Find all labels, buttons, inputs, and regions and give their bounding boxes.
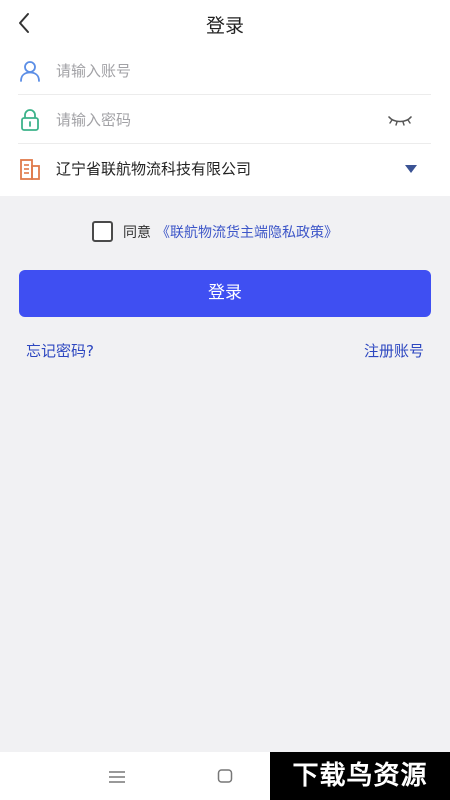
menu-icon[interactable] bbox=[108, 770, 126, 784]
watermark-banner: 下载鸟资源 bbox=[270, 752, 450, 800]
login-form-panel: 登录 请输入账号 辽宁省联航物流科技有限公司 bbox=[0, 0, 450, 196]
agreement-prefix: 同意 bbox=[123, 225, 151, 241]
company-select-value: 辽宁省联航物流科技有限公司 bbox=[56, 160, 252, 178]
building-icon bbox=[20, 159, 40, 180]
password-visibility-toggle[interactable] bbox=[387, 109, 413, 131]
register-account-link[interactable]: 注册账号 bbox=[364, 340, 424, 361]
caret-down-icon[interactable] bbox=[404, 163, 418, 175]
agreement-checkbox[interactable] bbox=[92, 221, 113, 242]
password-input[interactable] bbox=[56, 105, 386, 135]
user-icon bbox=[20, 61, 40, 82]
page-title: 登录 bbox=[205, 15, 244, 37]
login-button[interactable]: 登录 bbox=[19, 270, 431, 317]
eye-closed-icon bbox=[388, 116, 412, 126]
forgot-password-link[interactable]: 忘记密码? bbox=[26, 340, 94, 361]
app-header: 登录 bbox=[0, 0, 450, 46]
privacy-policy-link[interactable]: 《联航物流货主端隐私政策》 bbox=[156, 222, 338, 242]
account-input[interactable] bbox=[56, 56, 386, 86]
account-field bbox=[18, 46, 431, 95]
company-select[interactable]: 辽宁省联航物流科技有限公司 bbox=[18, 144, 431, 193]
password-field bbox=[18, 95, 431, 144]
home-square-icon[interactable] bbox=[217, 768, 233, 784]
lock-icon bbox=[21, 109, 39, 131]
